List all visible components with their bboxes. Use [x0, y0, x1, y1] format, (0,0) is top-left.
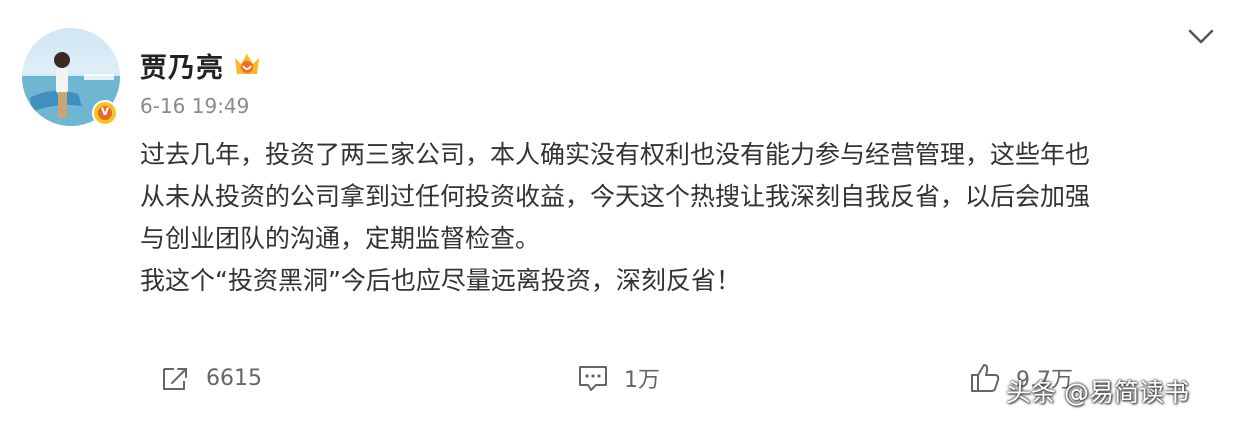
comment-icon [579, 366, 607, 391]
watermark: 头条 @易简读书 [1006, 378, 1189, 407]
post-text: 过去几年，投资了两三家公司，本人确实没有权利也没有能力参与经营管理，这些年也 从… [140, 134, 1220, 302]
verified-badge: v [92, 100, 118, 126]
post-line: 我这个“投资黑洞”今后也应尽量远离投资，深刻反省！ [140, 266, 741, 295]
post-time[interactable]: 6-16 19:49 [140, 94, 249, 118]
post-line: 从未从投资的公司拿到过任何投资收益，今天这个热搜让我深刻自我反省，以后会加强 [140, 182, 1091, 211]
repost-icon [163, 368, 187, 390]
chevron-down-icon[interactable] [1186, 26, 1216, 48]
comment-count: 1万 [624, 368, 660, 393]
user-name[interactable]: 贾乃亮 [140, 46, 224, 85]
weibo-post-card: v 贾乃亮 6-16 19:49 过去几年，投资了两三家公司，本人确实没有权利也… [0, 0, 1252, 426]
post-line: 与创业团队的沟通，定期监督检查。 [140, 224, 541, 253]
post-line: 过去几年，投资了两三家公司，本人确实没有权利也没有能力参与经营管理，这些年也 [140, 140, 1091, 169]
repost-count: 6615 [206, 365, 262, 391]
vip-crown-icon [235, 54, 259, 74]
like-icon [971, 364, 1000, 392]
repost-button[interactable]: 6615 [158, 360, 262, 396]
comment-button[interactable]: 1万 [576, 360, 660, 396]
